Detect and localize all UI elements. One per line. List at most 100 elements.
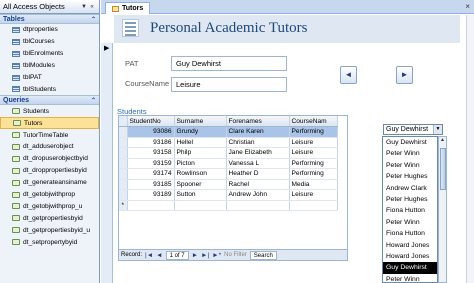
- tables-group-header[interactable]: Tables ⌃: [0, 14, 99, 24]
- cell-course[interactable]: Performing: [289, 126, 338, 138]
- row-selector[interactable]: [119, 189, 128, 201]
- dropdown-option[interactable]: Guy Dewhirst: [383, 137, 437, 148]
- previous-record-button[interactable]: ◄: [340, 66, 357, 84]
- table-row[interactable]: 93189 Sutton Andrew John Leisure: [119, 189, 338, 201]
- previous-record-icon[interactable]: ◄: [156, 252, 162, 259]
- cell-surname[interactable]: Grundy: [174, 126, 227, 138]
- collapse-pane-icon[interactable]: «: [88, 4, 96, 10]
- nav-query-item[interactable]: dt_getpropertiesbyid_u: [0, 224, 99, 236]
- collapse-group-icon[interactable]: ⌃: [91, 97, 96, 104]
- tutor-combo-box[interactable]: Guy Dewhirst ▼: [383, 124, 443, 135]
- cell-forenames[interactable]: Heather D: [226, 168, 290, 180]
- dropdown-option[interactable]: Howard Jones: [383, 240, 437, 251]
- cell-course[interactable]: Leisure: [289, 189, 338, 201]
- cell-forenames[interactable]: Jane Elizabeth: [226, 147, 290, 159]
- dropdown-option[interactable]: Peter Hughes: [383, 171, 437, 182]
- dropdown-option[interactable]: Peter Winn: [383, 160, 437, 171]
- cell-student-no[interactable]: 93189: [127, 189, 175, 201]
- first-record-icon[interactable]: |◄: [145, 252, 153, 259]
- cell-empty[interactable]: [289, 200, 338, 211]
- table-row[interactable]: 93158 Philp Jane Elizabeth Leisure: [119, 147, 338, 159]
- nav-query-item[interactable]: dt_droppropertiesbyid: [0, 165, 99, 177]
- dropdown-option[interactable]: Guy Dewhirst: [383, 262, 437, 274]
- nav-query-item[interactable]: dt_getobjwithprop: [0, 189, 99, 201]
- filter-status[interactable]: No Filter: [224, 252, 247, 258]
- cell-course[interactable]: Performing: [289, 168, 338, 180]
- select-all-corner[interactable]: [119, 116, 128, 127]
- dropdown-option[interactable]: Peter Winn: [383, 217, 437, 228]
- cell-empty[interactable]: [174, 200, 227, 211]
- record-selector[interactable]: ▶: [101, 43, 113, 283]
- queries-group-header[interactable]: Queries ⌃: [0, 95, 99, 106]
- dropdown-option[interactable]: Fiona Hutton: [383, 228, 437, 239]
- cell-forenames[interactable]: Clare Karen: [226, 126, 290, 138]
- dropdown-scrollbar[interactable]: ▲: [438, 136, 447, 283]
- cell-student-no[interactable]: 93174: [127, 168, 175, 180]
- nav-table-item[interactable]: tblEnrolments: [0, 48, 99, 60]
- row-selector[interactable]: [119, 147, 128, 159]
- course-name-field[interactable]: Leisure: [171, 77, 287, 92]
- nav-table-item[interactable]: tblPAT: [0, 72, 99, 84]
- cell-surname[interactable]: Spooner: [174, 179, 227, 190]
- next-record-icon[interactable]: ►: [192, 252, 198, 259]
- table-row[interactable]: 93086 Grundy Clare Karen Performing: [119, 126, 338, 138]
- cell-forenames[interactable]: Vanessa L: [226, 158, 290, 169]
- cell-surname[interactable]: Hellel: [174, 137, 227, 148]
- nav-table-item[interactable]: dtproperties: [0, 24, 99, 36]
- new-record-icon[interactable]: ►*: [212, 252, 221, 259]
- row-selector[interactable]: [119, 168, 128, 180]
- cell-surname[interactable]: Rowlinson: [174, 168, 227, 180]
- next-record-button[interactable]: ►: [396, 66, 413, 84]
- cell-forenames[interactable]: Rachel: [226, 179, 290, 190]
- cell-course[interactable]: Media: [289, 179, 338, 190]
- table-row[interactable]: 93185 Spooner Rachel Media: [119, 179, 338, 190]
- cell-course[interactable]: Performing: [289, 158, 338, 169]
- nav-query-item[interactable]: Students: [0, 105, 99, 117]
- dropdown-option[interactable]: Andrew Clark: [383, 183, 437, 194]
- cell-empty[interactable]: [127, 200, 175, 211]
- last-record-icon[interactable]: ►|: [201, 252, 209, 259]
- column-header[interactable]: StudentNo: [127, 116, 175, 127]
- scrollbar-thumb[interactable]: [440, 148, 446, 190]
- nav-table-item[interactable]: tblModules: [0, 60, 99, 72]
- dropdown-option[interactable]: Peter Winn: [383, 148, 437, 159]
- dropdown-option[interactable]: Fiona Hutton: [383, 205, 437, 216]
- chevron-down-icon[interactable]: ▼: [80, 4, 88, 10]
- row-selector[interactable]: [119, 137, 128, 148]
- cell-student-no[interactable]: 93159: [127, 158, 175, 169]
- record-position[interactable]: 1 of 7: [165, 250, 189, 260]
- nav-pane-title[interactable]: All Access Objects: [3, 2, 80, 11]
- column-header[interactable]: CourseNam: [289, 116, 338, 127]
- cell-surname[interactable]: Picton: [174, 158, 227, 169]
- cell-student-no[interactable]: 93185: [127, 179, 175, 190]
- cell-forenames[interactable]: Christian: [226, 137, 290, 148]
- search-box[interactable]: Search: [249, 250, 277, 260]
- nav-table-item[interactable]: tblStudents: [0, 83, 99, 95]
- row-selector[interactable]: [119, 126, 128, 138]
- tab-tutors[interactable]: Tutors: [105, 2, 151, 14]
- cell-student-no[interactable]: 93158: [127, 147, 175, 159]
- close-icon[interactable]: ×: [465, 2, 470, 11]
- nav-pane-header[interactable]: All Access Objects ▼ «: [0, 0, 99, 14]
- form-scrollbar[interactable]: [466, 15, 474, 283]
- nav-query-item[interactable]: dt_dropuserobjectbyid: [0, 153, 99, 165]
- column-header[interactable]: Forenames: [226, 116, 290, 127]
- cell-student-no[interactable]: 93086: [127, 126, 175, 138]
- new-record-row[interactable]: *: [119, 200, 338, 211]
- nav-query-item[interactable]: dt_setpropertybyid: [0, 236, 99, 248]
- nav-table-item[interactable]: tblCourses: [0, 36, 99, 48]
- row-selector[interactable]: [119, 179, 128, 190]
- row-selector[interactable]: [119, 158, 128, 169]
- cell-student-no[interactable]: 93186: [127, 137, 175, 148]
- nav-query-item[interactable]: dt_getpropertiesbyid: [0, 212, 99, 224]
- scroll-up-icon[interactable]: ▲: [439, 137, 446, 143]
- table-row[interactable]: 93174 Rowlinson Heather D Performing: [119, 168, 338, 180]
- dropdown-option[interactable]: Peter Winn: [383, 274, 437, 282]
- cell-course[interactable]: Leisure: [289, 147, 338, 159]
- cell-forenames[interactable]: Andrew John: [226, 189, 290, 201]
- table-row[interactable]: 93186 Hellel Christian Leisure: [119, 137, 338, 148]
- nav-query-item[interactable]: Tutors: [0, 117, 99, 130]
- collapse-group-icon[interactable]: ⌃: [91, 16, 96, 23]
- column-header[interactable]: Surname: [174, 116, 227, 127]
- cell-empty[interactable]: [226, 200, 290, 211]
